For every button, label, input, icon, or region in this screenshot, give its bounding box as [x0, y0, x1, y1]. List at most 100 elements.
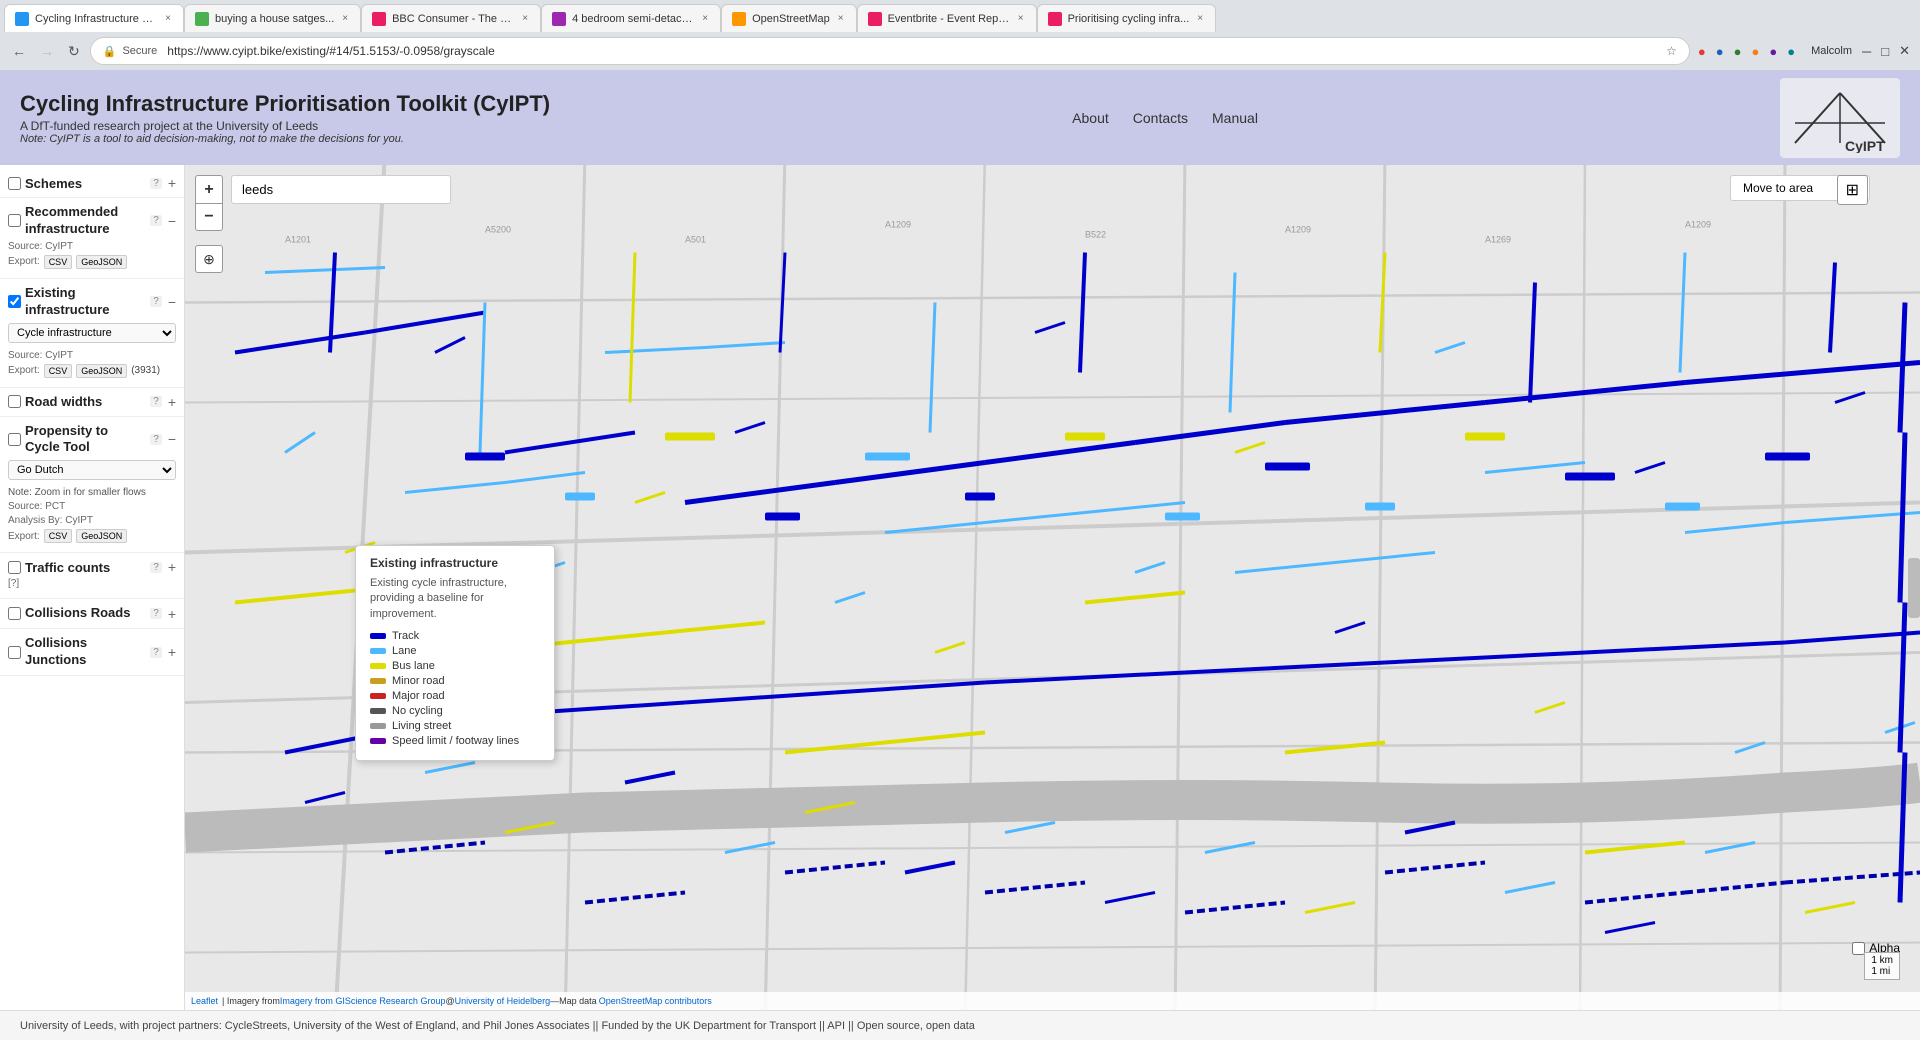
- tab-favicon-1: [15, 12, 29, 26]
- tab-bbc[interactable]: BBC Consumer - The ho... ×: [361, 4, 541, 32]
- legend-no-cycling: No cycling: [370, 705, 540, 717]
- tab-favicon-4: [552, 12, 566, 26]
- svg-text:A1209: A1209: [1685, 220, 1711, 230]
- map-area[interactable]: A1201 A5200 A501 A1209 B522 A1209 A1269 …: [185, 165, 1920, 1010]
- traffic-counts-header[interactable]: Traffic counts ? +: [8, 559, 176, 575]
- extension-icon-3[interactable]: ●: [1732, 42, 1744, 61]
- propensity-dropdown[interactable]: Government Target Go Dutch Ebikes: [8, 460, 176, 480]
- tab-close-6[interactable]: ×: [1016, 13, 1026, 24]
- recommended-collapse[interactable]: −: [168, 213, 176, 229]
- nav-about[interactable]: About: [1072, 110, 1109, 126]
- collisions-junctions-help[interactable]: ?: [150, 647, 162, 658]
- recommended-checkbox[interactable]: [8, 214, 21, 227]
- maximize-button[interactable]: □: [1879, 42, 1891, 61]
- attribution-text: | Imagery from: [222, 996, 280, 1006]
- extension-icon-4[interactable]: ●: [1749, 42, 1761, 61]
- zoom-in-button[interactable]: +: [195, 175, 223, 203]
- tab-cycling-infrastructure[interactable]: Cycling Infrastructure Pr... ×: [4, 4, 184, 32]
- propensity-header[interactable]: Propensity to Cycle Tool ? −: [8, 423, 176, 457]
- schemes-add[interactable]: +: [168, 175, 176, 191]
- uni-heidelberg-link[interactable]: University of Heidelberg: [455, 996, 551, 1006]
- collisions-junctions-add[interactable]: +: [168, 644, 176, 660]
- existing-dropdown[interactable]: Cycle infrastructure Road type Speed lim…: [8, 323, 176, 343]
- collisions-junctions-checkbox[interactable]: [8, 646, 21, 659]
- collisions-roads-add[interactable]: +: [168, 606, 176, 622]
- zoom-out-button[interactable]: −: [195, 203, 223, 231]
- propensity-help[interactable]: ?: [150, 434, 162, 445]
- recommended-export-csv[interactable]: CSV: [44, 255, 73, 269]
- address-bar[interactable]: 🔒 Secure https://www.cyipt.bike/existing…: [90, 37, 1690, 65]
- track-swatch: [370, 633, 386, 639]
- extension-icon-5[interactable]: ●: [1767, 42, 1779, 61]
- road-widths-checkbox[interactable]: [8, 395, 21, 408]
- no-cycling-label: No cycling: [392, 705, 443, 717]
- back-button[interactable]: ←: [8, 41, 30, 61]
- road-widths-add[interactable]: +: [168, 394, 176, 410]
- lock-icon: 🔒: [103, 45, 117, 58]
- schemes-checkbox[interactable]: [8, 177, 21, 190]
- propensity-checkbox[interactable]: [8, 433, 21, 446]
- tab-close-3[interactable]: ×: [520, 13, 530, 24]
- traffic-counts-help[interactable]: ?: [150, 562, 162, 573]
- extension-icon-1[interactable]: ●: [1696, 42, 1708, 61]
- tab-buying-house[interactable]: buying a house satges... ×: [184, 4, 361, 32]
- leaflet-link[interactable]: Leaflet: [191, 996, 218, 1006]
- existing-export-count: (3931): [131, 365, 160, 376]
- reload-button[interactable]: ↻: [64, 41, 84, 62]
- collisions-junctions-title: Collisions Junctions: [25, 635, 146, 669]
- nav-manual[interactable]: Manual: [1212, 110, 1258, 126]
- close-button[interactable]: ✕: [1897, 41, 1912, 61]
- tab-eventbrite[interactable]: Eventbrite - Event Repo... ×: [857, 4, 1037, 32]
- tab-close-4[interactable]: ×: [700, 13, 710, 24]
- tab-close-2[interactable]: ×: [340, 13, 350, 24]
- road-widths-header[interactable]: Road widths ? +: [8, 394, 176, 410]
- collisions-roads-checkbox[interactable]: [8, 607, 21, 620]
- collisions-roads-help[interactable]: ?: [150, 608, 162, 619]
- nav-contacts[interactable]: Contacts: [1133, 110, 1188, 126]
- propensity-collapse[interactable]: −: [168, 431, 176, 447]
- url-text: https://www.cyipt.bike/existing/#14/51.5…: [167, 44, 1660, 58]
- propensity-export-csv[interactable]: CSV: [44, 529, 73, 543]
- compass-button[interactable]: ⊕: [195, 245, 223, 273]
- svg-text:CyIPT: CyIPT: [1845, 138, 1885, 153]
- schemes-header[interactable]: Schemes ? +: [8, 175, 176, 191]
- scroll-handle[interactable]: [1908, 558, 1920, 618]
- recommended-header[interactable]: Recommended infrastructure ? −: [8, 204, 176, 238]
- recommended-export-geojson[interactable]: GeoJSON: [76, 255, 127, 269]
- existing-checkbox[interactable]: [8, 295, 21, 308]
- bus-lane-label: Bus lane: [392, 660, 435, 672]
- recommended-help[interactable]: ?: [150, 215, 162, 226]
- extension-icon-6[interactable]: ●: [1785, 42, 1797, 61]
- traffic-counts-checkbox[interactable]: [8, 561, 21, 574]
- minor-road-label: Minor road: [392, 675, 445, 687]
- osm-link[interactable]: OpenStreetMap contributors: [599, 996, 712, 1006]
- tab-label-3: BBC Consumer - The ho...: [392, 13, 514, 25]
- traffic-counts-add[interactable]: +: [168, 559, 176, 575]
- collisions-junctions-header[interactable]: Collisions Junctions ? +: [8, 635, 176, 669]
- propensity-export-geojson[interactable]: GeoJSON: [76, 529, 127, 543]
- existing-export-geojson[interactable]: GeoJSON: [76, 364, 127, 378]
- existing-export-csv[interactable]: CSV: [44, 364, 73, 378]
- tab-close-5[interactable]: ×: [836, 13, 846, 24]
- app-title-section: Cycling Infrastructure Prioritisation To…: [20, 91, 550, 145]
- tab-prioritising[interactable]: Prioritising cycling infra... ×: [1037, 4, 1217, 32]
- forward-button[interactable]: →: [36, 41, 58, 61]
- tab-close-7[interactable]: ×: [1195, 13, 1205, 24]
- road-widths-help[interactable]: ?: [150, 396, 162, 407]
- minimize-button[interactable]: ─: [1860, 42, 1873, 61]
- tab-osm[interactable]: OpenStreetMap ×: [721, 4, 857, 32]
- existing-collapse[interactable]: −: [168, 294, 176, 310]
- bookmark-icon[interactable]: ☆: [1666, 44, 1677, 58]
- existing-help[interactable]: ?: [150, 296, 162, 307]
- map-search-input[interactable]: [231, 175, 451, 204]
- layers-button[interactable]: ⊞: [1837, 175, 1868, 205]
- propensity-export-row: Export: CSV GeoJSON: [8, 529, 176, 543]
- giscience-link[interactable]: Imagery from GIScience Research Group: [280, 996, 446, 1006]
- extension-icon-2[interactable]: ●: [1714, 42, 1726, 61]
- schemes-help[interactable]: ?: [150, 178, 162, 189]
- app-footer: University of Leeds, with project partne…: [0, 1010, 1920, 1040]
- tab-close-1[interactable]: ×: [163, 13, 173, 24]
- existing-header[interactable]: Existing infrastructure ? −: [8, 285, 176, 319]
- tab-bedroom[interactable]: 4 bedroom semi-detach... ×: [541, 4, 721, 32]
- collisions-roads-header[interactable]: Collisions Roads ? +: [8, 605, 176, 622]
